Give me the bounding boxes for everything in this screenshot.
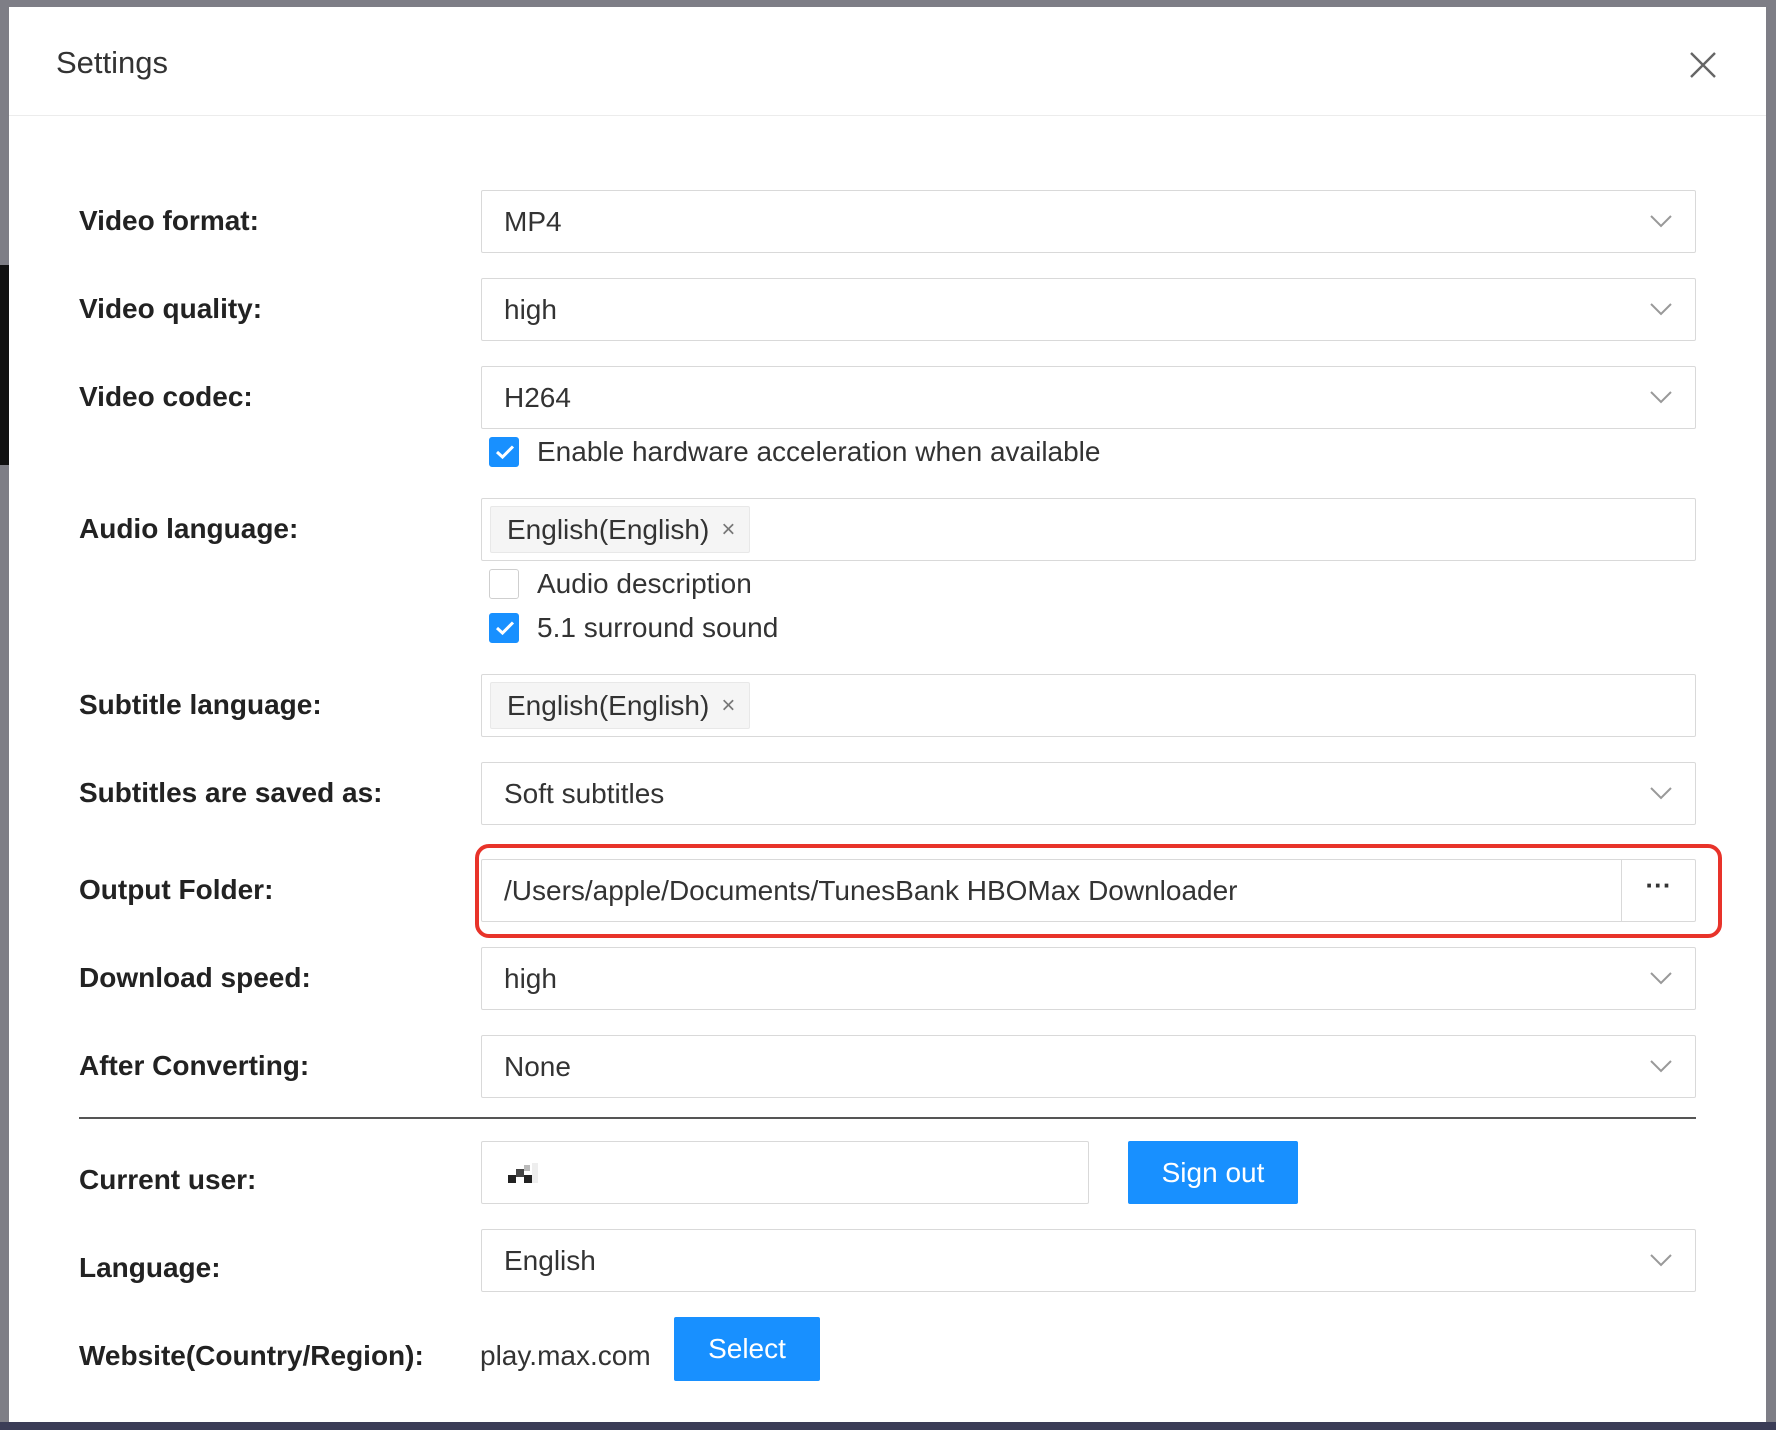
checkbox-checked[interactable] [489,613,519,643]
background-app-strip [0,265,9,465]
output-folder-label: Output Folder: [79,874,274,905]
download-speed-label: Download speed: [79,962,311,993]
checkbox-checked[interactable] [489,437,519,467]
close-icon [1690,52,1716,78]
chevron-down-icon [1649,785,1673,801]
audio-description-label: Audio description [537,568,752,599]
video-format-value: MP4 [504,206,562,237]
subtitles-saved-as-label: Subtitles are saved as: [79,777,383,808]
checkbox-unchecked[interactable] [489,569,519,599]
audio-language-tag: English(English) × [490,506,751,553]
check-icon [495,621,515,636]
subtitles-saved-as-select[interactable]: Soft subtitles [481,762,1696,825]
chevron-down-icon [1649,1252,1673,1268]
chevron-down-icon [1649,389,1673,405]
language-label: Language: [79,1252,221,1283]
user-avatar-icon [508,1163,538,1183]
video-codec-value: H264 [504,382,571,413]
sign-out-button[interactable]: Sign out [1128,1141,1298,1204]
ellipsis-icon: ··· [1645,870,1672,900]
browse-folder-button[interactable]: ··· [1621,860,1695,921]
video-format-select[interactable]: MP4 [481,190,1696,253]
subtitle-language-tag: English(English) × [490,682,751,729]
subtitle-language-tag-label: English(English) [507,690,710,721]
hardware-acceleration-label: Enable hardware acceleration when availa… [537,436,1101,467]
language-value: English [504,1245,596,1276]
chevron-down-icon [1649,213,1673,229]
subtitle-language-select[interactable]: English(English) × [481,674,1696,737]
current-user-field [481,1141,1089,1204]
tag-remove-icon[interactable]: × [721,682,735,729]
after-converting-value: None [504,1051,571,1082]
dialog-header: Settings [9,7,1766,116]
audio-description-checkbox[interactable]: Audio description [489,568,752,600]
surround-sound-label: 5.1 surround sound [537,612,779,643]
close-button[interactable] [1688,50,1718,80]
check-icon [495,445,515,460]
audio-language-select[interactable]: English(English) × [481,498,1696,561]
tag-remove-icon[interactable]: × [721,506,735,553]
hardware-acceleration-checkbox[interactable]: Enable hardware acceleration when availa… [489,436,1100,468]
subtitles-saved-as-value: Soft subtitles [504,778,665,809]
audio-language-label: Audio language: [79,513,299,544]
select-website-button[interactable]: Select [674,1317,820,1381]
subtitle-language-label: Subtitle language: [79,689,322,720]
chevron-down-icon [1649,301,1673,317]
after-converting-label: After Converting: [79,1050,310,1081]
language-select[interactable]: English [481,1229,1696,1292]
chevron-down-icon [1649,970,1673,986]
dialog-title: Settings [56,45,169,80]
video-format-label: Video format: [79,205,259,236]
after-converting-select[interactable]: None [481,1035,1696,1098]
output-folder-path: /Users/apple/Documents/TunesBank HBOMax … [504,875,1238,906]
audio-language-tag-label: English(English) [507,514,710,545]
video-quality-select[interactable]: high [481,278,1696,341]
download-speed-select[interactable]: high [481,947,1696,1010]
background-app-bottom [0,1422,1776,1430]
current-user-label: Current user: [79,1164,257,1195]
download-speed-value: high [504,963,557,994]
surround-sound-checkbox[interactable]: 5.1 surround sound [489,612,778,644]
output-folder-field[interactable]: /Users/apple/Documents/TunesBank HBOMax … [481,859,1696,922]
video-quality-label: Video quality: [79,293,263,324]
video-quality-value: high [504,294,557,325]
section-divider [79,1117,1696,1119]
website-value: play.max.com [480,1340,651,1371]
chevron-down-icon [1649,1058,1673,1074]
settings-dialog: Settings Video format: MP4 Video quality… [9,7,1766,1422]
video-codec-select[interactable]: H264 [481,366,1696,429]
video-codec-label: Video codec: [79,381,253,412]
website-label: Website(Country/Region): [79,1340,424,1371]
